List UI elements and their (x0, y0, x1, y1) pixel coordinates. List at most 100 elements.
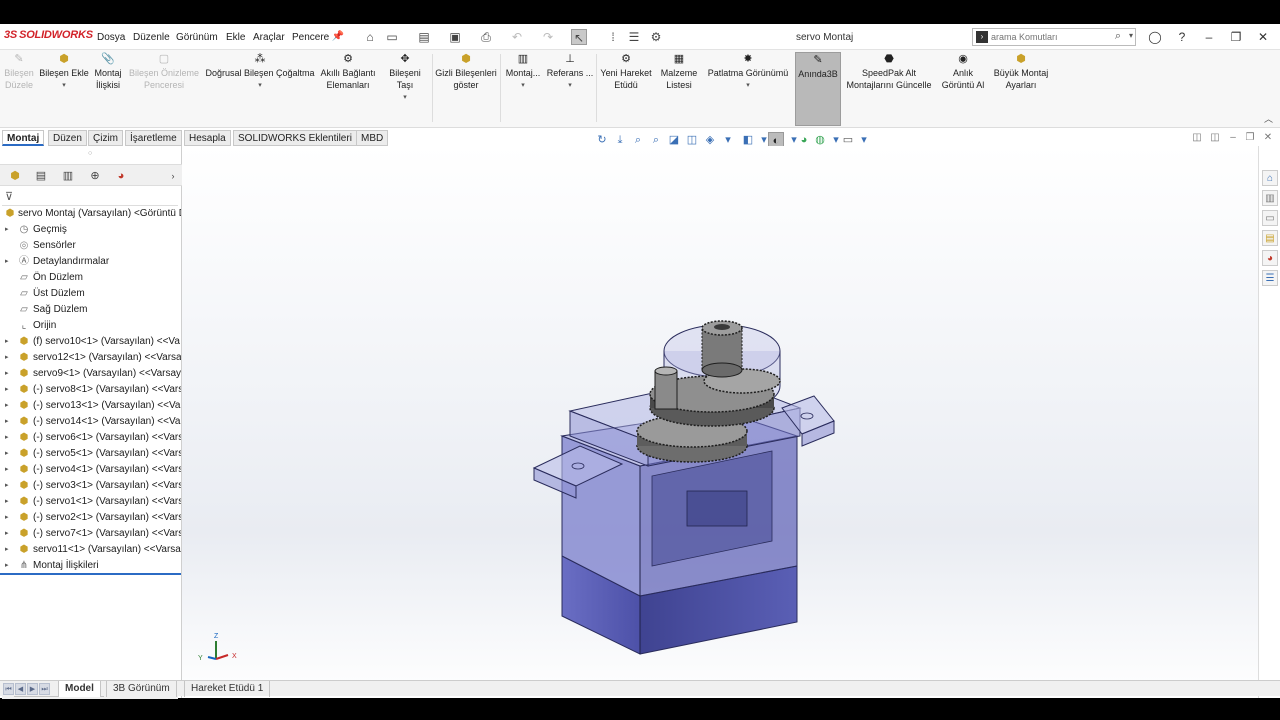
expand-icon[interactable]: ▸ (5, 350, 13, 366)
chevron-down-icon[interactable]: ▾ (502, 80, 544, 92)
menu-duzenle[interactable]: Düzenle (133, 32, 170, 43)
tree-item-ust-duzlem[interactable]: ▱ Üst Düzlem (0, 286, 181, 302)
custom-properties-icon[interactable]: ☰ (1262, 270, 1278, 286)
tab-model[interactable]: Model (58, 681, 101, 697)
collapse-chevron-icon[interactable]: ︿ (1264, 112, 1273, 125)
expand-icon[interactable]: ▸ (5, 542, 13, 558)
design-library-icon[interactable]: ▥ (1262, 190, 1278, 206)
tree-item-on-duzlem[interactable]: ▱ Ön Düzlem (0, 270, 181, 286)
viewport-close-icon[interactable]: ✕ (1261, 132, 1275, 143)
viewport-restore-icon[interactable]: ❐ (1243, 132, 1257, 143)
tree-item-sensorler[interactable]: ◎ Sensörler (0, 238, 181, 254)
referans-geometri-button[interactable]: ⊥ Referans ... ▾ (546, 52, 594, 92)
expand-icon[interactable]: ▸ (5, 414, 13, 430)
rollback-bar[interactable] (0, 573, 181, 575)
options-gear-icon[interactable]: ⚙ (648, 29, 664, 45)
tree-item-servo8[interactable]: ▸ ⬢ (-) servo8<1> (Varsayılan) <<Vars (0, 382, 181, 398)
featuremanager-tab-icon[interactable]: ⬢ (6, 168, 24, 184)
tree-item-sag-duzlem[interactable]: ▱ Sağ Düzlem (0, 302, 181, 318)
tree-item-servo7[interactable]: ▸ ⬢ (-) servo7<1> (Varsayılan) <<Vars (0, 526, 181, 542)
expand-icon[interactable]: ▸ (5, 222, 13, 238)
bileseni-tasi-button[interactable]: ✥ Bileşeni Taşı ▾ (380, 52, 430, 104)
graphics-area[interactable]: Z X Y (182, 146, 1258, 698)
chevron-down-icon[interactable]: ▾ (1129, 31, 1133, 40)
restore-icon[interactable]: ❐ (1227, 29, 1245, 45)
tree-filter[interactable]: ⊽ (2, 188, 178, 206)
home-icon[interactable]: ⌂ (362, 29, 378, 45)
menu-dosya[interactable]: Dosya (97, 32, 125, 43)
save-icon[interactable]: ▣ (447, 29, 463, 45)
new-document-icon[interactable]: ▭ (384, 29, 400, 45)
expand-icon[interactable]: ▸ (5, 446, 13, 462)
dogrusal-cogaltma-button[interactable]: ⁂ Doğrusal Bileşen Çoğaltma ▾ (204, 52, 316, 92)
minimize-icon[interactable]: – (1200, 29, 1218, 45)
chevron-down-icon[interactable]: ▾ (704, 80, 792, 92)
tab-hareket-etudu-1[interactable]: Hareket Etüdü 1 (184, 681, 271, 697)
tab-duzen[interactable]: Düzen (48, 130, 87, 146)
previous-tab-icon[interactable]: ◀ (15, 683, 26, 695)
redo-icon[interactable]: ↷ (540, 29, 556, 45)
user-account-icon[interactable]: ◯ (1146, 29, 1164, 45)
configurationmanager-tab-icon[interactable]: ▥ (59, 168, 77, 184)
traffic-light-icon[interactable]: ⁞ (605, 29, 621, 45)
expand-icon[interactable]: ▸ (5, 526, 13, 542)
search-icon[interactable]: ⌕ (1115, 30, 1121, 43)
bilesen-ekle-button[interactable]: ⬢ Bileşen Ekle ▾ (38, 52, 90, 92)
tree-item-servo3[interactable]: ▸ ⬢ (-) servo3<1> (Varsayılan) <<Vars (0, 478, 181, 494)
aninda3b-button[interactable]: ✎ Anında3B (795, 52, 841, 126)
tab-hesapla[interactable]: Hesapla (184, 130, 231, 146)
open-folder-icon[interactable]: ▤ (416, 29, 432, 45)
chevron-down-icon[interactable]: ▾ (204, 80, 316, 92)
pin-icon[interactable]: 📌 (330, 29, 346, 45)
select-pointer-icon[interactable]: ↖ (571, 29, 587, 45)
expand-icon[interactable]: ▸ (5, 558, 13, 574)
tree-item-servo5[interactable]: ▸ ⬢ (-) servo5<1> (Varsayılan) <<Vars (0, 446, 181, 462)
last-tab-icon[interactable]: ⏭ (39, 683, 50, 695)
next-tab-icon[interactable]: ▶ (27, 683, 38, 695)
view-palette-icon[interactable]: ▤ (1262, 230, 1278, 246)
tab-isaretleme[interactable]: İşaretleme (125, 130, 182, 146)
tree-item-servo4[interactable]: ▸ ⬢ (-) servo4<1> (Varsayılan) <<Vars (0, 462, 181, 478)
expand-icon[interactable]: ▸ (5, 334, 13, 350)
search-input[interactable] (991, 30, 1111, 44)
propertymanager-tab-icon[interactable]: ▤ (32, 168, 50, 184)
tree-item-servo13[interactable]: ▸ ⬢ (-) servo13<1> (Varsayılan) <<Va (0, 398, 181, 414)
expand-icon[interactable]: ▸ (5, 494, 13, 510)
tab-mbd[interactable]: MBD (356, 130, 389, 146)
expand-icon[interactable]: ▸ (5, 478, 13, 494)
patlatma-gorunumu-button[interactable]: ✸ Patlatma Görünümü ▾ (704, 52, 792, 92)
expand-icon[interactable]: ▸ (5, 510, 13, 526)
tree-item-servo2[interactable]: ▸ ⬢ (-) servo2<1> (Varsayılan) <<Vars (0, 510, 181, 526)
montaj-iliskisi-button[interactable]: 📎 Montaj İlişkisi (92, 52, 124, 91)
tree-item-servo14[interactable]: ▸ ⬢ (-) servo14<1> (Varsayılan) <<Va (0, 414, 181, 430)
expand-icon[interactable]: ▸ (5, 430, 13, 446)
appearances-icon[interactable]: ◕ (1262, 250, 1278, 266)
yeni-hareket-etudu-button[interactable]: ⚙ Yeni Hareket Etüdü (598, 52, 654, 91)
tree-item-servo11[interactable]: ▸ ⬢ servo11<1> (Varsayılan) <<Varsa (0, 542, 181, 558)
viewport-minimize-icon[interactable]: – (1226, 132, 1240, 143)
menu-ekle[interactable]: Ekle (226, 32, 245, 43)
expand-icon[interactable]: ▸ (5, 398, 13, 414)
tree-item-montaj-iliskileri[interactable]: ▸ ⋔ Montaj İlişkileri (0, 558, 181, 574)
undo-icon[interactable]: ↶ (509, 29, 525, 45)
filter-icon[interactable]: ⊽ (5, 190, 13, 203)
panel-splitter-handle[interactable]: ○ (88, 150, 92, 157)
menu-araclar[interactable]: Araçlar (253, 32, 285, 43)
chevron-down-icon[interactable]: ▾ (546, 80, 594, 92)
tree-item-gecmis[interactable]: ▸ ◷ Geçmiş (0, 222, 181, 238)
montaj-features-button[interactable]: ▥ Montaj... ▾ (502, 52, 544, 92)
chevron-down-icon[interactable]: ▾ (380, 92, 430, 104)
tree-item-servo10[interactable]: ▸ ⬢ (f) servo10<1> (Varsayılan) <<Va (0, 334, 181, 350)
tree-root[interactable]: ⬢ servo Montaj (Varsayılan) <Görüntü D (0, 206, 181, 222)
first-tab-icon[interactable]: ⏮ (3, 683, 14, 695)
displaymanager-tab-icon[interactable]: ◕ (112, 168, 130, 184)
expand-icon[interactable]: ▸ (5, 366, 13, 382)
tree-item-servo12[interactable]: ▸ ⬢ servo12<1> (Varsayılan) <<Varsa (0, 350, 181, 366)
anlik-goruntu-button[interactable]: ◉ Anlık Görüntü Al (938, 52, 988, 91)
command-search[interactable]: › ⌕ ▾ (972, 28, 1136, 46)
akilli-baglanti-button[interactable]: ⚙ Akıllı Bağlantı Elemanları (318, 52, 378, 91)
buyuk-montaj-button[interactable]: ⬢ Büyük Montaj Ayarları (990, 52, 1052, 91)
tab-eklentiler[interactable]: SOLIDWORKS Eklentileri (233, 130, 357, 146)
servo-assembly-model[interactable]: Z X Y (182, 146, 1258, 698)
file-properties-icon[interactable]: ☰ (626, 29, 642, 45)
